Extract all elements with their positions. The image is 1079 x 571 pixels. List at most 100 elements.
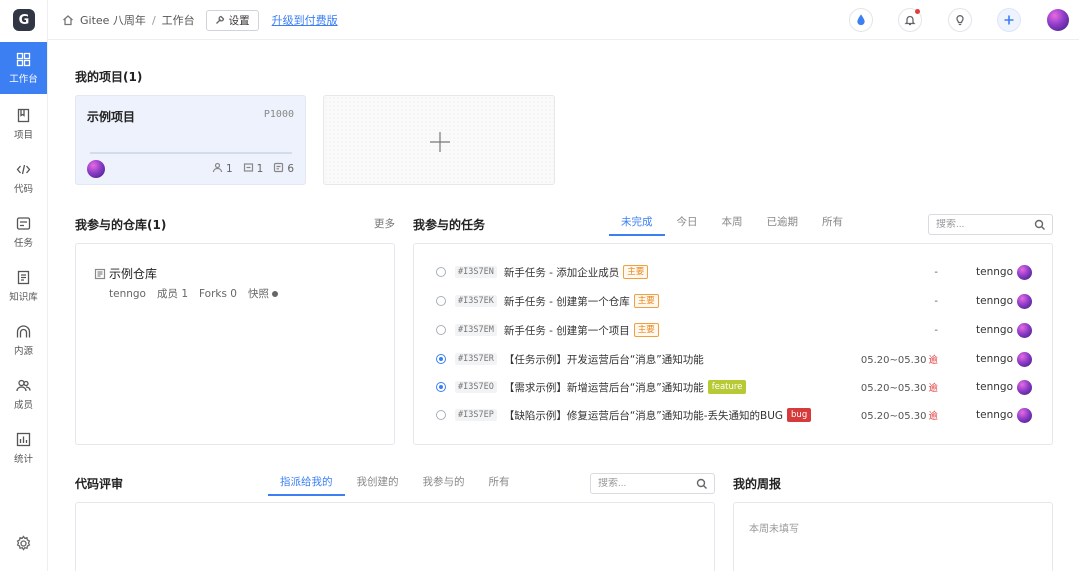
sidebar-item-label: 知识库 [9, 292, 38, 303]
task-status-radio[interactable] [436, 382, 446, 392]
task-id: #I3S7EP [455, 409, 497, 421]
task-row[interactable]: #I3S7EP 【缺陷示例】修复运营后台“消息”通知功能-丢失通知的BUG bug 0… [436, 406, 1032, 424]
tab-incomplete[interactable]: 未完成 [609, 214, 665, 236]
bulb-icon[interactable] [948, 8, 972, 32]
members-icon [16, 377, 32, 393]
code-review-search [590, 473, 715, 494]
project-progress-bar [90, 152, 292, 154]
task-row[interactable]: #I3S7EO 【需求示例】新增运营后台“消息”通知功能 feature 05.20~… [436, 378, 1032, 396]
user-avatar[interactable] [1047, 9, 1069, 31]
gear-icon[interactable] [15, 535, 33, 553]
sidebar-item-knowledge[interactable]: 知识库 [0, 260, 47, 312]
search-icon[interactable] [696, 478, 708, 490]
sidebar-item-tasks[interactable]: 任务 [0, 206, 47, 258]
task-title[interactable]: 【需求示例】新增运营后台“消息”通知功能 [504, 380, 704, 395]
task-tag: bug [787, 408, 812, 422]
tab-all[interactable]: 所有 [810, 214, 855, 236]
repo-owner: tenngo [109, 287, 146, 300]
task-date: - [934, 295, 938, 307]
sidebar-item-members[interactable]: 成员 [0, 368, 47, 420]
project-code: P1000 [263, 109, 294, 120]
add-project-card[interactable] [323, 95, 555, 185]
breadcrumb: Gitee 八周年 / 工作台 设置 升级到付费版 [62, 0, 338, 40]
task-id: #I3S7EO [455, 381, 497, 393]
arch-icon [16, 323, 32, 339]
water-drop-icon[interactable] [849, 8, 873, 32]
project-repos-count: 1 [256, 163, 264, 175]
task-status-radio[interactable] [436, 325, 446, 335]
search-icon[interactable] [1034, 219, 1046, 231]
task-assignee[interactable]: tenngo [976, 407, 1032, 423]
project-members-count: 1 [225, 163, 233, 175]
tasks-search-input[interactable] [929, 219, 1034, 230]
task-icon [273, 162, 284, 176]
task-row[interactable]: #I3S7ER 【任务示例】开发运营后台“消息”通知功能 05.20~05.30 逾 t… [436, 350, 1032, 368]
overdue-badge: 逾 [928, 383, 938, 394]
task-assignee[interactable]: tenngo [976, 351, 1032, 367]
task-row[interactable]: #I3S7EM 新手任务 - 创建第一个项目 主要 - tenngo [436, 321, 1032, 339]
repo-name-link[interactable]: 示例仓库 [94, 265, 157, 282]
breadcrumb-org[interactable]: Gitee 八周年 [80, 12, 146, 28]
task-date: - [934, 324, 938, 336]
tab-overdue[interactable]: 已逾期 [755, 214, 811, 236]
breadcrumb-current: 工作台 [161, 14, 195, 27]
bell-icon[interactable] [898, 8, 922, 32]
tab-participated[interactable]: 我参与的 [411, 474, 477, 496]
tasks-tabs: 未完成 今日 本周 已逾期 所有 [609, 214, 855, 236]
tab-all[interactable]: 所有 [477, 474, 522, 496]
tab-created-by-me[interactable]: 我创建的 [345, 474, 411, 496]
gitee-logo[interactable]: G [13, 9, 35, 31]
tab-assigned-to-me[interactable]: 指派给我的 [268, 474, 345, 496]
task-status-radio[interactable] [436, 410, 446, 420]
repos-card: 示例仓库 tenngo 成员 1 Forks 0 快照 [75, 243, 395, 445]
settings-button-label: 设置 [228, 14, 250, 27]
task-tag: 主要 [633, 294, 659, 308]
task-assignee[interactable]: tenngo [976, 322, 1032, 338]
plus-icon[interactable] [997, 8, 1021, 32]
code-review-tabs: 指派给我的 我创建的 我参与的 所有 [268, 474, 522, 496]
task-title[interactable]: 新手任务 - 创建第一个项目 [504, 323, 630, 338]
task-title[interactable]: 【任务示例】开发运营后台“消息”通知功能 [504, 352, 704, 367]
sidebar-item-innersource[interactable]: 内源 [0, 314, 47, 366]
chart-icon [16, 431, 32, 447]
code-review-title: 代码评审 [75, 477, 124, 491]
task-row[interactable]: #I3S7EN 新手任务 - 添加企业成员 主要 - tenngo [436, 263, 1032, 281]
task-title[interactable]: 新手任务 - 添加企业成员 [504, 265, 619, 280]
project-tasks-count: 6 [287, 163, 294, 175]
repos-title: 我参与的仓库(1) [75, 218, 167, 232]
home-icon[interactable] [62, 14, 74, 26]
repo-icon [94, 268, 106, 280]
sidebar-item-label: 项目 [13, 130, 33, 141]
sidebar-item-stats[interactable]: 统计 [0, 422, 47, 474]
upgrade-link[interactable]: 升级到付费版 [272, 12, 338, 28]
task-assignee[interactable]: tenngo [976, 293, 1032, 309]
tab-this-week[interactable]: 本周 [710, 214, 755, 236]
task-tag: feature [707, 380, 747, 394]
task-status-radio[interactable] [436, 296, 446, 306]
code-review-search-input[interactable] [591, 478, 696, 489]
sidebar-item-code[interactable]: 代码 [0, 152, 47, 204]
task-assignee[interactable]: tenngo [976, 379, 1032, 395]
sidebar-item-projects[interactable]: 项目 [0, 98, 47, 150]
tab-today[interactable]: 今日 [665, 214, 710, 236]
task-status-radio[interactable] [436, 267, 446, 277]
repo-forks: Forks 0 [199, 287, 237, 300]
task-status-radio[interactable] [436, 354, 446, 364]
avatar [1017, 351, 1032, 367]
grid-icon [16, 51, 32, 67]
projects-title: 我的项目(1) [75, 70, 143, 84]
task-title[interactable]: 【缺陷示例】修复运营后台“消息”通知功能-丢失通知的BUG [504, 408, 783, 423]
task-row[interactable]: #I3S7EK 新手任务 - 创建第一个仓库 主要 - tenngo [436, 292, 1032, 310]
task-title[interactable]: 新手任务 - 创建第一个仓库 [504, 294, 630, 309]
topbar: Gitee 八周年 / 工作台 设置 升级到付费版 [48, 0, 1079, 40]
sidebar-item-workbench[interactable]: 工作台 [0, 42, 47, 94]
avatar [1017, 407, 1032, 423]
tasks-search [928, 214, 1053, 235]
repos-more-link[interactable]: 更多 [374, 216, 395, 231]
project-stats: 1 1 6 [212, 162, 294, 176]
project-card[interactable]: 示例项目 P1000 1 1 6 [75, 95, 306, 185]
task-assignee[interactable]: tenngo [976, 264, 1032, 280]
settings-button[interactable]: 设置 [205, 9, 259, 31]
member-icon [212, 162, 223, 176]
task-icon [16, 215, 32, 231]
